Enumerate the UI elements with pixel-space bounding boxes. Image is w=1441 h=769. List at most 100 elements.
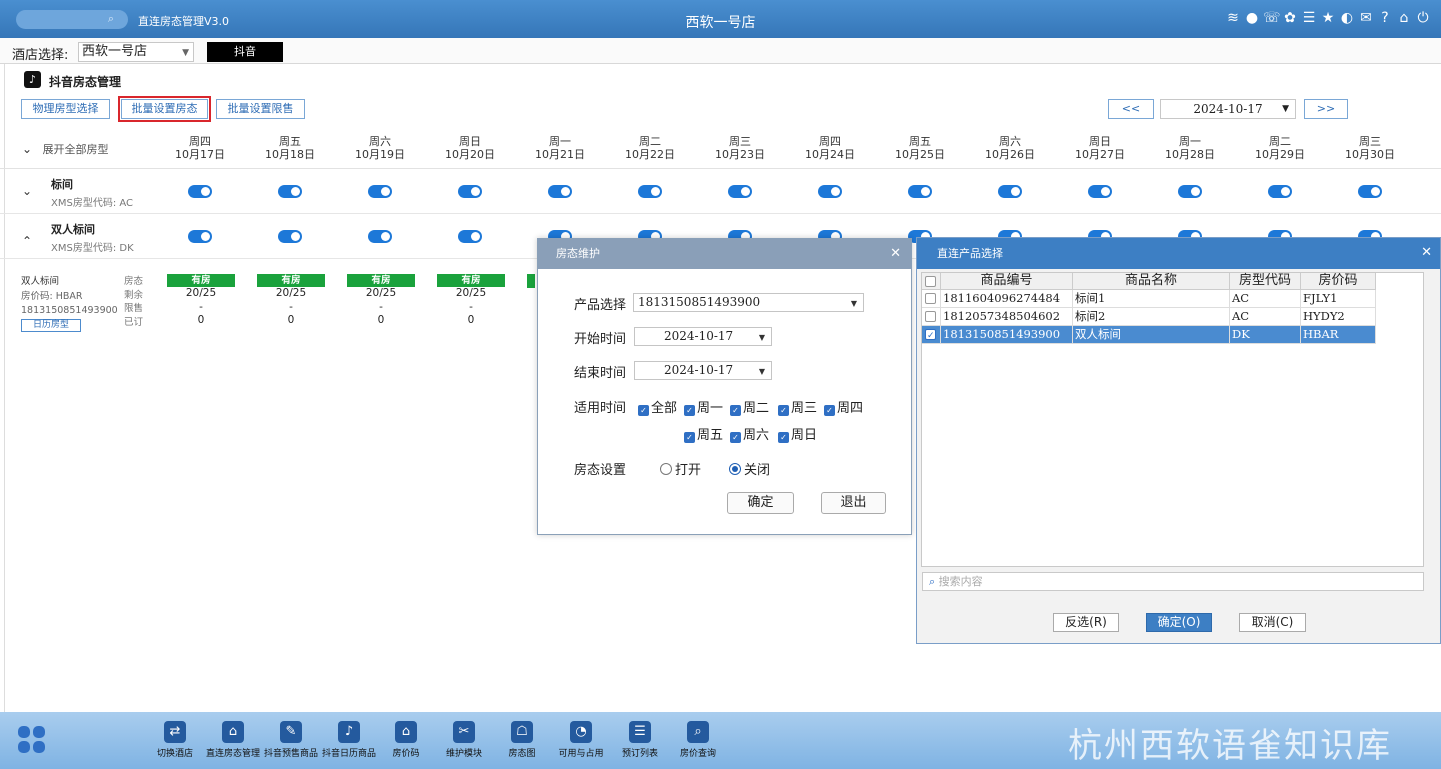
footer-item[interactable]: ⌕ 房价查询	[668, 721, 728, 759]
status-toggle[interactable]	[188, 230, 212, 243]
status-toggle[interactable]	[638, 185, 662, 198]
mail-icon[interactable]: ✉	[1358, 10, 1374, 27]
product-search-input[interactable]: ⌕ 搜索内容	[922, 572, 1424, 591]
status-toggle[interactable]	[728, 185, 752, 198]
checkbox-icon[interactable]	[925, 293, 936, 304]
next-button[interactable]: >>	[1304, 99, 1348, 119]
status-toggle[interactable]	[458, 185, 482, 198]
product-cell-price[interactable]: FJLY1	[1301, 290, 1376, 308]
tiktok-icon[interactable]: ♪	[338, 721, 360, 743]
status-toggle[interactable]	[1178, 185, 1202, 198]
wifi-icon[interactable]: ≋	[1225, 10, 1241, 27]
row-checkbox-cell[interactable]	[922, 308, 941, 326]
product-cell-price[interactable]: HBAR	[1301, 326, 1376, 344]
product-cell-id[interactable]: 1812057348504602	[941, 308, 1073, 326]
chevron-down-icon[interactable]: ⌄	[22, 184, 32, 198]
product-cell-room[interactable]: DK	[1230, 326, 1301, 344]
select-all-header[interactable]	[922, 273, 941, 290]
checkbox-icon[interactable]	[925, 328, 936, 343]
batch-limit-button[interactable]: 批量设置限售	[216, 99, 305, 119]
day-check-tue[interactable]: ✓ 周二	[730, 397, 769, 416]
status-toggle[interactable]	[278, 185, 302, 198]
end-date-select[interactable]: 2024-10-17 ▼	[634, 361, 772, 380]
day-check-sun[interactable]: ✓ 周日	[778, 424, 817, 443]
calendar-room-button[interactable]: 日历房型	[21, 319, 81, 332]
status-toggle[interactable]	[818, 185, 842, 198]
cancel-button[interactable]: 取消(C)	[1239, 613, 1306, 632]
checkbox-icon[interactable]	[925, 276, 936, 287]
prev-button[interactable]: <<	[1108, 99, 1154, 119]
physical-room-type-button[interactable]: 物理房型选择	[21, 99, 110, 119]
footer-item[interactable]: ☰ 预订列表	[610, 721, 670, 759]
contrast-icon[interactable]: ◐	[1339, 10, 1355, 27]
footer-item[interactable]: ✎ 抖音预售商品	[261, 721, 321, 759]
status-toggle[interactable]	[368, 185, 392, 198]
chevron-up-icon[interactable]: ⌃	[22, 234, 32, 248]
invert-button[interactable]: 反选(R)	[1053, 613, 1119, 632]
day-check-wed[interactable]: ✓ 周三	[778, 397, 817, 416]
footer-item[interactable]: ◔ 可用与占用	[551, 721, 611, 759]
search-doc-icon[interactable]: ⌕	[687, 721, 709, 743]
list-icon[interactable]: ☰	[629, 721, 651, 743]
wrench-icon[interactable]: ✂	[453, 721, 475, 743]
status-badge[interactable]: 有房	[347, 274, 415, 287]
product-cell-name[interactable]: 标间1	[1073, 290, 1230, 308]
status-toggle[interactable]	[1358, 185, 1382, 198]
product-cell-id[interactable]: 1811604096274484	[941, 290, 1073, 308]
phone-icon[interactable]: ☏	[1263, 10, 1281, 27]
product-select[interactable]: 1813150851493900 ▼	[633, 293, 864, 312]
home-gear-icon[interactable]: ⌂	[222, 721, 244, 743]
status-toggle[interactable]	[368, 230, 392, 243]
status-toggle[interactable]	[908, 185, 932, 198]
status-toggle[interactable]	[458, 230, 482, 243]
day-check-all[interactable]: ✓ 全部	[638, 397, 677, 416]
swap-icon[interactable]: ⇄	[164, 721, 186, 743]
bank-icon[interactable]: ☖	[511, 721, 533, 743]
date-select[interactable]: 2024-10-17 ▼	[1160, 99, 1296, 119]
expand-all[interactable]: ⌄ 展开全部房型	[22, 141, 109, 157]
product-cell-name[interactable]: 双人标间	[1073, 326, 1230, 344]
checkbox-icon[interactable]	[925, 311, 936, 322]
radio-close[interactable]: 关闭	[729, 459, 770, 478]
status-toggle[interactable]	[278, 230, 302, 243]
product-cell-id[interactable]: 1813150851493900	[941, 326, 1073, 344]
comment-icon[interactable]: ●	[1244, 10, 1260, 27]
help-icon[interactable]: ?	[1377, 10, 1393, 27]
ok-button[interactable]: 确定	[727, 492, 794, 514]
palette-icon[interactable]: ✿	[1282, 10, 1298, 27]
power-icon[interactable]: ⏻	[1415, 10, 1431, 27]
product-cell-room[interactable]: AC	[1230, 290, 1301, 308]
edit-icon[interactable]: ✎	[280, 721, 302, 743]
row-checkbox-cell[interactable]	[922, 290, 941, 308]
footer-item[interactable]: ⌂ 直连房态管理	[203, 721, 263, 759]
status-badge[interactable]: 有房	[167, 274, 235, 287]
footer-item[interactable]: ⌂ 房价码	[376, 721, 436, 759]
day-check-sat[interactable]: ✓ 周六	[730, 424, 769, 443]
close-icon[interactable]: ✕	[890, 246, 901, 261]
product-cell-name[interactable]: 标间2	[1073, 308, 1230, 326]
status-toggle[interactable]	[998, 185, 1022, 198]
row-checkbox-cell[interactable]	[922, 326, 941, 344]
exit-button[interactable]: 退出	[821, 492, 886, 514]
confirm-button[interactable]: 确定(O)	[1146, 613, 1212, 632]
product-cell-room[interactable]: AC	[1230, 308, 1301, 326]
status-toggle[interactable]	[188, 185, 212, 198]
footer-item[interactable]: ♪ 抖音日历商品	[319, 721, 379, 759]
footer-item[interactable]: ⇄ 切换酒店	[145, 721, 205, 759]
house-icon[interactable]: ⌂	[395, 721, 417, 743]
status-badge[interactable]: 有房	[437, 274, 505, 287]
day-check-mon[interactable]: ✓ 周一	[684, 397, 723, 416]
product-cell-price[interactable]: HYDY2	[1301, 308, 1376, 326]
hotel-select[interactable]: 西软一号店 ▼	[78, 42, 194, 62]
status-toggle[interactable]	[1268, 185, 1292, 198]
status-badge[interactable]: 有房	[257, 274, 325, 287]
status-toggle[interactable]	[548, 185, 572, 198]
start-date-select[interactable]: 2024-10-17 ▼	[634, 327, 772, 346]
close-icon[interactable]: ✕	[1421, 245, 1432, 260]
star-icon[interactable]: ★	[1320, 10, 1336, 27]
status-toggle[interactable]	[1088, 185, 1112, 198]
douyin-button[interactable]: 抖音	[207, 42, 283, 62]
menu-icon[interactable]: ☰	[1301, 10, 1317, 27]
day-check-fri[interactable]: ✓ 周五	[684, 424, 723, 443]
home-icon[interactable]: ⌂	[1396, 10, 1412, 27]
